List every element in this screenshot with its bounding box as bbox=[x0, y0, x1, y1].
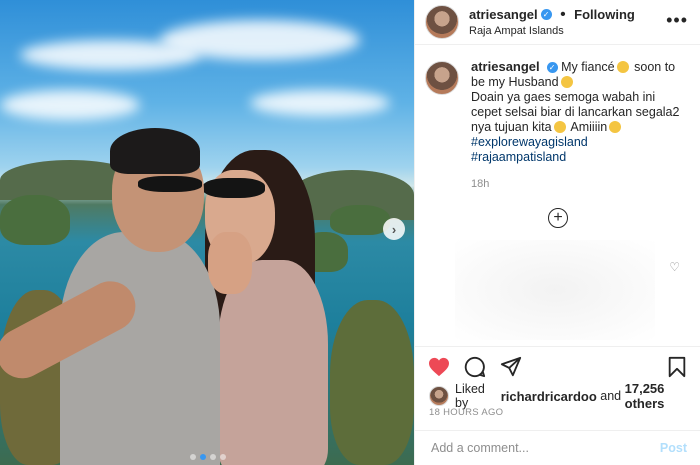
header-username[interactable]: atriesangel bbox=[469, 7, 538, 22]
post-comment-button[interactable]: Post bbox=[660, 441, 687, 455]
caption-comment: atriesangel ✓ My fiancé soon to be my Hus… bbox=[415, 45, 700, 192]
caption-text: My fiancé bbox=[561, 60, 615, 74]
foliage bbox=[330, 300, 414, 465]
caption-time: 18h bbox=[471, 178, 490, 190]
bookmark-icon[interactable] bbox=[665, 355, 689, 379]
location-link[interactable]: Raja Ampat Islands bbox=[469, 25, 635, 39]
comment-input[interactable] bbox=[429, 440, 660, 456]
island bbox=[0, 195, 70, 245]
post-timestamp[interactable]: 18 HOURS AGO bbox=[429, 407, 503, 418]
next-photo-button[interactable]: › bbox=[383, 218, 405, 240]
hug-emoji-icon bbox=[553, 121, 566, 133]
heart-icon[interactable] bbox=[427, 355, 451, 379]
man-hair bbox=[110, 128, 200, 174]
comment-like-icon[interactable]: ♡ bbox=[669, 260, 680, 274]
caption-username[interactable]: atriesangel bbox=[471, 59, 540, 74]
following-button[interactable]: Following bbox=[574, 7, 635, 22]
smile-emoji-icon bbox=[609, 121, 622, 133]
cloud bbox=[250, 90, 390, 116]
island bbox=[330, 205, 390, 235]
comment-icon[interactable] bbox=[463, 355, 487, 379]
avatar[interactable] bbox=[425, 61, 459, 95]
action-bar bbox=[415, 346, 700, 379]
verified-badge-icon: ✓ bbox=[546, 62, 558, 74]
likes-prefix: Liked by bbox=[455, 382, 485, 410]
instagram-post: › atriesangel ✓ • Following Raja Ampat Is… bbox=[0, 0, 700, 465]
sunglasses bbox=[203, 178, 265, 198]
hand-with-ring bbox=[208, 232, 252, 294]
share-icon[interactable] bbox=[499, 355, 523, 379]
likes-count[interactable]: 17,256 others bbox=[625, 381, 700, 411]
loading-placeholder bbox=[455, 240, 655, 340]
carousel-dot-active bbox=[200, 454, 206, 460]
cloud bbox=[160, 20, 360, 60]
verified-badge-icon: ✓ bbox=[540, 9, 552, 21]
post-header: atriesangel ✓ • Following Raja Ampat Isla… bbox=[415, 0, 700, 45]
carousel-dot bbox=[220, 454, 226, 460]
kiss-emoji-icon bbox=[616, 61, 629, 73]
caption-text: Amiiiin bbox=[570, 120, 608, 134]
sunglasses bbox=[138, 176, 202, 192]
add-comment-bar: Post bbox=[415, 430, 700, 465]
plus-icon: + bbox=[553, 209, 563, 226]
hashtag-link[interactable]: #rajaampatisland bbox=[471, 150, 686, 165]
load-more-comments-button[interactable]: + bbox=[548, 208, 568, 228]
liker-avatar[interactable] bbox=[429, 386, 449, 406]
carousel-dot bbox=[190, 454, 196, 460]
heart-eyes-emoji-icon bbox=[560, 76, 573, 88]
carousel-dot bbox=[210, 454, 216, 460]
carousel-dots bbox=[190, 454, 226, 460]
hashtag-link[interactable]: #explorewayagisland bbox=[471, 135, 686, 150]
post-side-panel: atriesangel ✓ • Following Raja Ampat Isla… bbox=[414, 0, 700, 465]
post-photo[interactable]: › bbox=[0, 0, 414, 465]
likes-and: and bbox=[600, 389, 622, 403]
more-horizontal-icon[interactable]: ••• bbox=[666, 10, 688, 31]
chevron-right-icon: › bbox=[391, 221, 397, 237]
avatar[interactable] bbox=[425, 5, 459, 39]
cloud bbox=[0, 90, 140, 120]
liker-username[interactable]: richardricardoo bbox=[501, 389, 597, 404]
separator: • bbox=[560, 6, 566, 24]
